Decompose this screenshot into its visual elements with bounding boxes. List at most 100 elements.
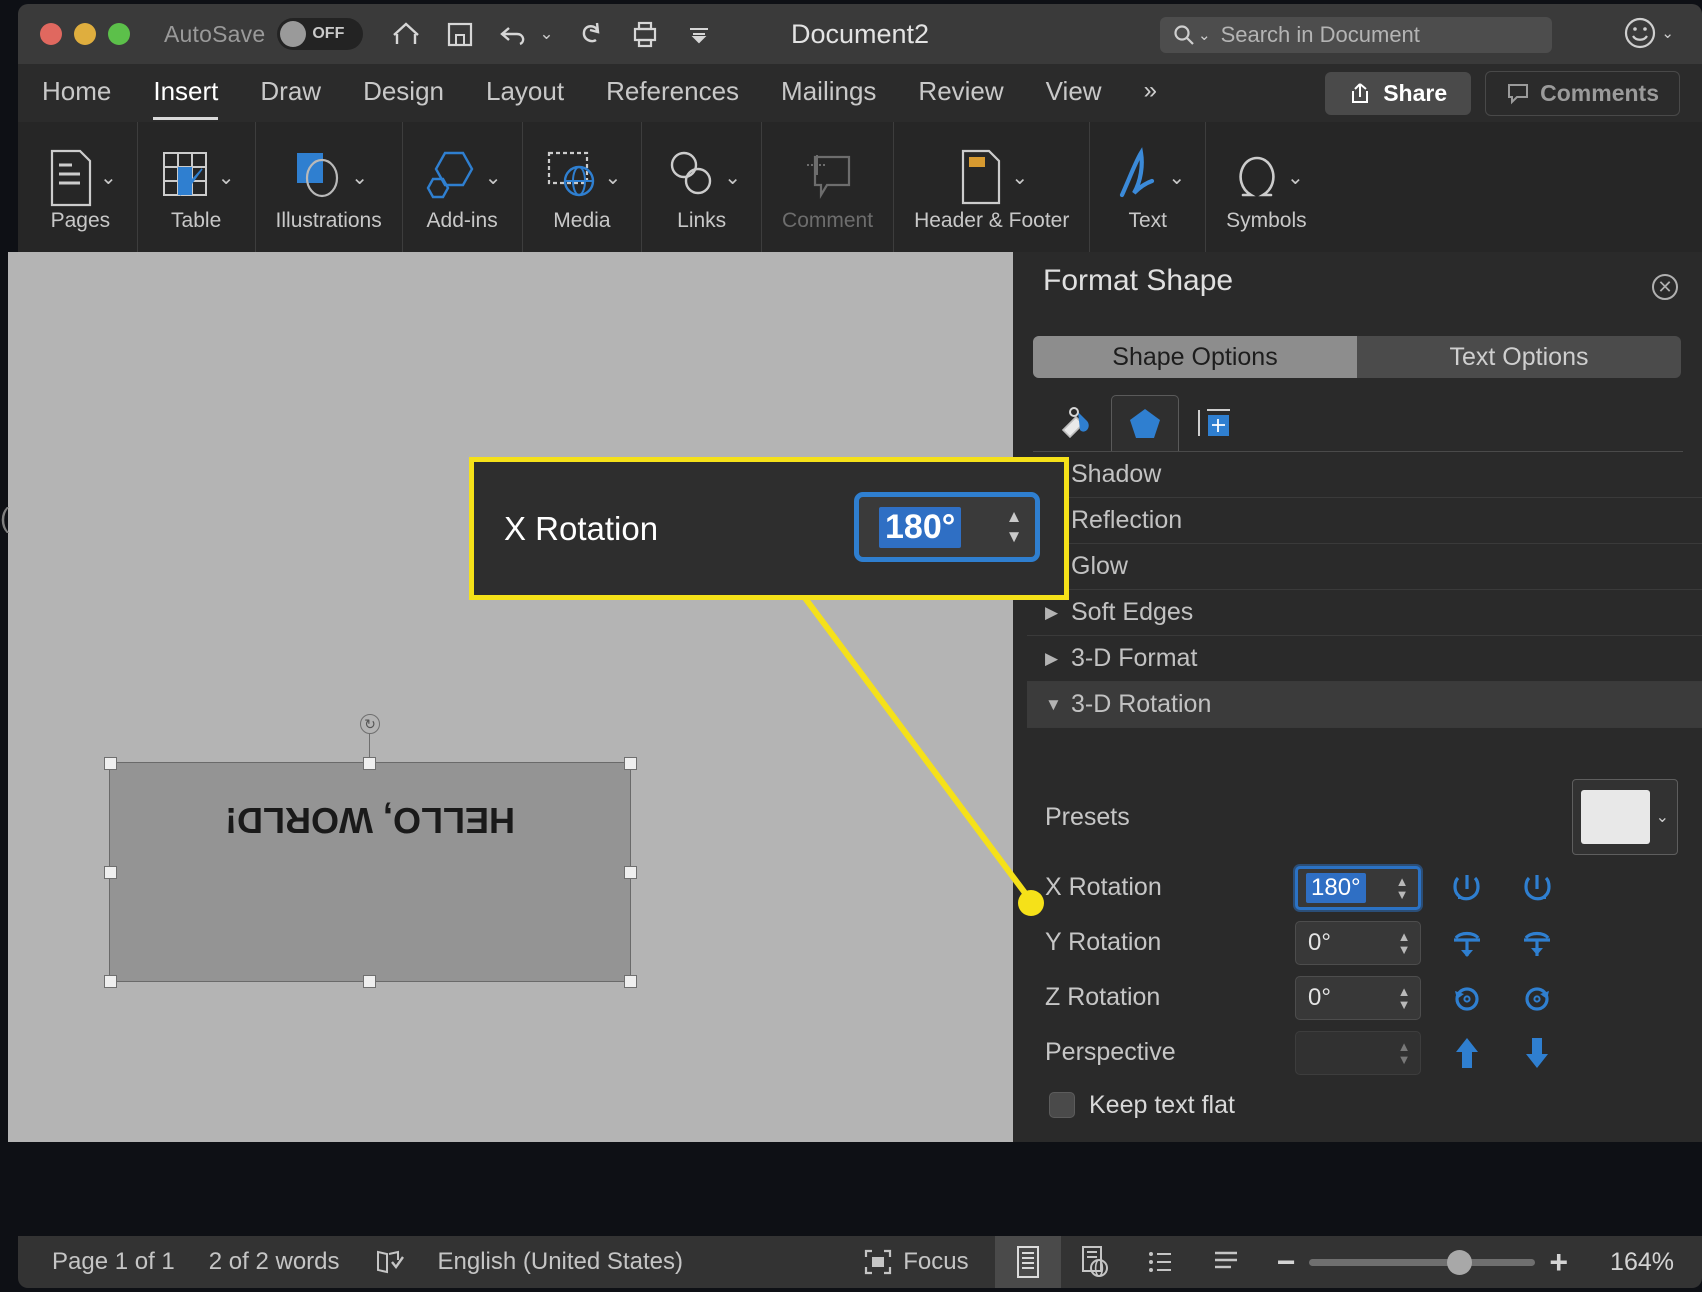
save-icon[interactable] <box>443 17 477 51</box>
callout-x-rotation-stepper[interactable]: 180° ▲ ▼ <box>854 492 1040 562</box>
links-icon[interactable]: ⌄ <box>662 142 741 214</box>
document-page[interactable] <box>8 290 1013 1142</box>
language-indicator[interactable]: English (United States) <box>438 1248 683 1276</box>
accordion-soft-edges[interactable]: ▶ Soft Edges <box>1027 590 1702 636</box>
presets-chevron-down-icon[interactable]: ⌄ <box>1656 807 1669 827</box>
feedback-chevron-down-icon[interactable]: ⌄ <box>1661 24 1674 42</box>
perspective-increase-icon[interactable] <box>1447 1033 1487 1073</box>
close-icon[interactable]: ✕ <box>1652 274 1678 300</box>
accordion-shadow[interactable]: ▶ Shadow <box>1027 452 1702 498</box>
illustrations-icon[interactable]: ⌄ <box>289 142 368 214</box>
caret-up-icon[interactable]: ▲ <box>1396 875 1409 888</box>
y-rotation-stepper[interactable]: 0° ▲ ▼ <box>1295 920 1421 965</box>
ribbon-group-header-footer[interactable]: ⌄ Header & Footer <box>894 122 1091 252</box>
tab-overflow-button[interactable]: » <box>1144 77 1157 109</box>
resize-handle-middle-left[interactable] <box>104 866 117 879</box>
document-canvas[interactable]: ( ↻ HELLO, WORLD! <box>0 252 1013 1142</box>
x-rotation-stepper[interactable]: 180° ▲ ▼ <box>1295 865 1421 910</box>
keep-text-flat-row[interactable]: Keep text flat <box>1027 1080 1702 1130</box>
rotate-y-up-icon[interactable] <box>1447 923 1487 963</box>
text-icon[interactable]: ⌄ <box>1110 142 1185 214</box>
autosave-toggle[interactable]: OFF <box>277 18 364 50</box>
caret-up-icon[interactable]: ▲ <box>1006 508 1023 525</box>
symbols-icon[interactable]: ⌄ <box>1229 142 1304 214</box>
feedback-smiley-button[interactable]: ⌄ <box>1623 16 1674 50</box>
zoom-in-button[interactable]: + <box>1549 1244 1568 1281</box>
draft-view-button[interactable] <box>1193 1236 1259 1288</box>
undo-icon[interactable] <box>497 17 531 51</box>
caret-up-icon[interactable]: ▲ <box>1398 1040 1411 1053</box>
accordion-3d-rotation[interactable]: ▼ 3-D Rotation <box>1027 682 1702 728</box>
table-icon[interactable]: ⌄ <box>158 142 235 214</box>
ribbon-group-media[interactable]: ⌄ Media <box>523 122 643 252</box>
rotate-z-counterclockwise-icon[interactable] <box>1447 978 1487 1018</box>
caret-down-icon[interactable]: ▼ <box>1396 888 1409 901</box>
rotate-z-clockwise-icon[interactable] <box>1517 978 1557 1018</box>
zoom-out-button[interactable]: − <box>1277 1244 1296 1281</box>
ribbon-group-links[interactable]: ⌄ Links <box>642 122 763 252</box>
selected-text-box-shape[interactable]: HELLO, WORLD! <box>109 762 631 982</box>
addins-chevron-down-icon[interactable]: ⌄ <box>485 165 502 190</box>
accordion-reflection[interactable]: ▶ Reflection <box>1027 498 1702 544</box>
caret-up-icon[interactable]: ▲ <box>1398 985 1411 998</box>
effects-icon[interactable] <box>1111 395 1179 451</box>
y-rotation-spin-arrows[interactable]: ▲ ▼ <box>1392 924 1416 962</box>
caret-down-icon[interactable]: ▼ <box>1006 528 1023 545</box>
outline-view-button[interactable] <box>1127 1236 1193 1288</box>
rotate-x-left-icon[interactable] <box>1447 868 1487 908</box>
ribbon-group-pages[interactable]: ⌄ Pages <box>24 122 138 252</box>
close-window-button[interactable] <box>40 23 62 45</box>
tab-mailings[interactable]: Mailings <box>781 76 876 111</box>
addins-icon[interactable]: ⌄ <box>423 142 502 214</box>
print-layout-view-button[interactable] <box>994 1236 1061 1288</box>
table-chevron-down-icon[interactable]: ⌄ <box>218 165 235 190</box>
shape-rotate-handle[interactable]: ↻ <box>360 714 380 734</box>
symbols-chevron-down-icon[interactable]: ⌄ <box>1287 165 1304 190</box>
media-icon[interactable]: ⌄ <box>543 142 622 214</box>
maximize-window-button[interactable] <box>108 23 130 45</box>
share-button[interactable]: Share <box>1325 71 1472 115</box>
tab-review[interactable]: Review <box>918 76 1003 111</box>
x-rotation-spin-arrows[interactable]: ▲ ▼ <box>1390 871 1414 905</box>
caret-up-icon[interactable]: ▲ <box>1398 930 1411 943</box>
zoom-slider-knob[interactable] <box>1447 1249 1473 1275</box>
caret-down-icon[interactable]: ▼ <box>1398 998 1411 1011</box>
caret-down-icon[interactable]: ▼ <box>1398 1053 1411 1066</box>
home-icon[interactable] <box>389 17 423 51</box>
undo-dropdown-chevron-down-icon[interactable]: ⌄ <box>539 24 553 44</box>
text-chevron-down-icon[interactable]: ⌄ <box>1168 165 1185 190</box>
resize-handle-top-center[interactable] <box>363 757 376 770</box>
illustrations-chevron-down-icon[interactable]: ⌄ <box>351 165 368 190</box>
tab-view[interactable]: View <box>1046 76 1102 111</box>
rotate-y-down-icon[interactable] <box>1517 923 1557 963</box>
tab-draw[interactable]: Draw <box>260 76 321 111</box>
print-icon[interactable] <box>628 17 662 51</box>
zoom-slider[interactable] <box>1309 1249 1536 1275</box>
tab-references[interactable]: References <box>606 76 739 111</box>
media-chevron-down-icon[interactable]: ⌄ <box>605 165 622 190</box>
header-footer-icon[interactable]: ⌄ <box>955 142 1028 214</box>
minimize-window-button[interactable] <box>74 23 96 45</box>
tab-text-options[interactable]: Text Options <box>1357 336 1681 378</box>
resize-handle-bottom-left[interactable] <box>104 975 117 988</box>
tab-insert[interactable]: Insert <box>153 76 219 120</box>
resize-handle-bottom-right[interactable] <box>624 975 637 988</box>
customize-toolbar-icon[interactable] <box>682 17 716 51</box>
focus-mode-button[interactable]: Focus <box>863 1248 969 1276</box>
fill-line-icon[interactable] <box>1043 395 1111 451</box>
tab-layout[interactable]: Layout <box>486 76 564 111</box>
ribbon-group-symbols[interactable]: ⌄ Symbols <box>1206 122 1327 252</box>
resize-handle-middle-right[interactable] <box>624 866 637 879</box>
redo-icon[interactable] <box>574 17 608 51</box>
links-chevron-down-icon[interactable]: ⌄ <box>724 165 741 190</box>
ribbon-group-illustrations[interactable]: ⌄ Illustrations <box>256 122 403 252</box>
pages-icon[interactable]: ⌄ <box>44 142 117 214</box>
proofing-icon[interactable] <box>374 1248 404 1276</box>
rotate-x-right-icon[interactable] <box>1517 868 1557 908</box>
pages-chevron-down-icon[interactable]: ⌄ <box>100 165 117 190</box>
keep-text-flat-checkbox[interactable] <box>1049 1092 1075 1118</box>
comments-button[interactable]: Comments <box>1485 70 1680 116</box>
search-input[interactable]: ⌄ Search in Document <box>1160 17 1552 53</box>
perspective-stepper[interactable]: ▲ ▼ <box>1295 1030 1421 1075</box>
accordion-glow[interactable]: ▶ Glow <box>1027 544 1702 590</box>
